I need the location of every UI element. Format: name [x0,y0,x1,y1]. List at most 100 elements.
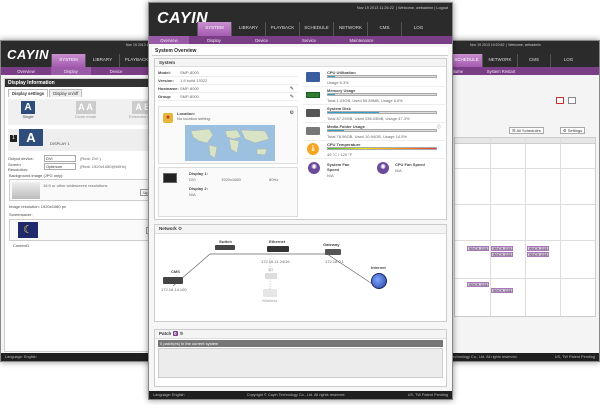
media-bar [327,129,437,132]
right-nav-log[interactable]: LOG [550,54,586,67]
network-title: Network ⚙ [155,225,446,234]
nav-system[interactable]: SYSTEM [197,22,231,36]
location-pin-icon: ● [163,113,173,123]
patch-count-badge: 0 [172,331,179,336]
main-subnav: Overview Display Device Service Maintena… [149,36,452,44]
right-sub-restart[interactable]: System Restart [476,67,526,75]
left-window: CAYIN Nov 19 2013 11:26:22 SYSTEM LIBRAR… [0,40,165,362]
patch-panel: Patch 0 ⚙ 0 patch(es) in the current sys… [154,329,447,387]
right-nav-cms[interactable]: CMS [517,54,550,67]
edit-group-icon[interactable]: ✎ [290,94,294,100]
network-diagram [172,253,381,292]
settings-button[interactable]: ⚙ Settings [560,127,586,134]
location-settings-icon[interactable]: ⚙ [290,110,294,116]
left-nav: SYSTEM LIBRARY PLAYBACK [51,54,153,67]
nav-network[interactable]: NETWORK [333,22,367,36]
clone-mode-icon: A A [75,101,96,114]
media-folder-icon [306,127,320,135]
media-info-icon[interactable]: ⓘ [437,124,441,130]
left-language-select[interactable]: English [24,355,36,359]
nav-cms[interactable]: CMS [367,22,401,36]
main-topbar: CAYIN Nov 19 2013 11:26:22 | Welcome, we… [149,3,452,36]
patch-settings-icon[interactable]: ⚙ [179,331,183,336]
left-topbar: CAYIN Nov 19 2013 11:26:22 SYSTEM LIBRAR… [1,41,164,67]
display-1-icon[interactable]: A [19,129,43,146]
main-language-select[interactable]: English [172,393,184,397]
ethernet-node-icon[interactable] [267,246,289,252]
patch-message: 0 patch(es) in the current system [158,340,443,347]
system-panel: System Model: SMP-8000 Version: 1.8 build … [154,58,447,220]
schedule-event[interactable]: WNCH-1118-1... [491,252,513,257]
nav-schedule[interactable]: SCHEDULE [299,22,333,36]
moon-icon: ☾ [18,222,38,238]
schedule-event[interactable]: WNCH-1118-1... [491,288,513,293]
gateway-node-icon[interactable] [325,249,341,255]
media-bar-fill [328,130,344,131]
tab-display-onoff[interactable]: Display on/off [49,89,83,97]
temperature-metric: 🌡 CPU Temperature 49 °C / 120 °F [303,141,445,159]
sub-maintenance[interactable]: Maintenance [334,36,389,44]
right-subnav: Volume System Restart [436,67,599,75]
metrics-column: CPU Utilization Usage 6.3% Memory Usage … [303,69,445,181]
output-device-select[interactable]: DVI [44,155,76,162]
main-nav: SYSTEM LIBRARY PLAYBACK SCHEDULE NETWORK… [197,22,435,36]
switch-node[interactable] [215,245,235,250]
main-header-info: Nov 19 2013 11:26:22 | Welcome, webadmin… [356,6,448,10]
left-nav-library[interactable]: LIBRARY [85,54,119,67]
schedule-event[interactable]: WNCH-1118-1... [491,246,513,251]
sub-device[interactable]: Device [239,36,284,44]
right-topbar: Nov 19 2013 19:20:52 | Welcome, webadmin… [436,41,599,67]
calendar-icon[interactable] [556,97,564,104]
logout-link[interactable]: Logout [436,6,448,10]
group-value: SMP-8000 [180,94,199,99]
calendar-view-icons [556,97,576,104]
wireless-node-icon[interactable] [263,289,277,297]
screen-res-select[interactable]: Optimum [44,163,76,170]
schedule-event[interactable]: WNCH-1118-1... [467,246,489,251]
network-settings-icon[interactable]: ⚙ [178,226,182,231]
system-title: System [155,59,446,67]
internet-globe-icon[interactable] [371,273,387,289]
fan-row: ✺ System Fan Speed N/A ✺ CPU Fan Speed N… [303,159,445,181]
mode-single[interactable]: A Single [8,99,48,125]
schedule-event[interactable]: WNCH-1118-1... [527,246,549,251]
3g-node-icon[interactable] [265,273,277,279]
disk-bar-fill [328,112,380,113]
sub-overview[interactable]: Overview [149,36,189,44]
screensaver-box: ☾ Edit [9,219,162,241]
display-info-box: Display 1: DVI 1920x1080 60Hz Display 2:… [158,167,298,217]
left-sub-overview[interactable]: Overview [1,67,51,75]
right-nav-schedule[interactable]: SCHEDULE [450,54,482,67]
mode-clone[interactable]: A A Clone mode [66,99,106,125]
left-nav-system[interactable]: SYSTEM [51,54,85,67]
right-nav-network[interactable]: NETWORK [482,54,517,67]
sub-display[interactable]: Display [189,36,239,44]
nav-log[interactable]: LOG [401,22,435,36]
nav-playback[interactable]: PLAYBACK [265,22,299,36]
list-view-icon[interactable] [568,97,576,104]
display-number-badge: 1 [10,135,17,142]
right-time: Nov 19 2013 19:20:52 | Welcome, webadmin [470,43,541,47]
model-value: SMP-8000 [180,70,199,75]
sub-service[interactable]: Service [284,36,334,44]
location-box: ● Location: No location setting. ⚙ [158,106,298,164]
left-sub-device[interactable]: Device [91,67,141,75]
tab-display-settings[interactable]: Display settings [8,89,49,97]
all-schedules-dropdown[interactable]: ☰ All Schedules [509,127,544,134]
cpu-fan-icon: ✺ [377,162,389,174]
media-metric: Media Folder Usage ⓘ Total 78.96GB, Used… [303,123,445,141]
schedule-event[interactable]: WNCH-1118-1... [467,282,489,287]
schedule-event[interactable]: WNCH-1118-1... [527,252,549,257]
edit-hostname-icon[interactable]: ✎ [290,86,294,92]
patch-list-area [158,348,443,378]
right-nav: SCHEDULE NETWORK CMS LOG [450,54,586,67]
cpu-icon [306,72,320,82]
main-footer: Language: English Copyright © Cayin Tech… [149,391,452,399]
memory-bar [327,93,437,96]
right-window: Nov 19 2013 19:20:52 | Welcome, webadmin… [435,40,600,362]
cpu-bar-fill [328,76,335,77]
nav-library[interactable]: LIBRARY [231,22,265,36]
left-sub-display[interactable]: Display [51,67,91,75]
network-panel: Network ⚙ Switch Ethernet 172.16.11.24/1… [154,224,447,322]
cms-node-icon[interactable] [163,277,183,284]
